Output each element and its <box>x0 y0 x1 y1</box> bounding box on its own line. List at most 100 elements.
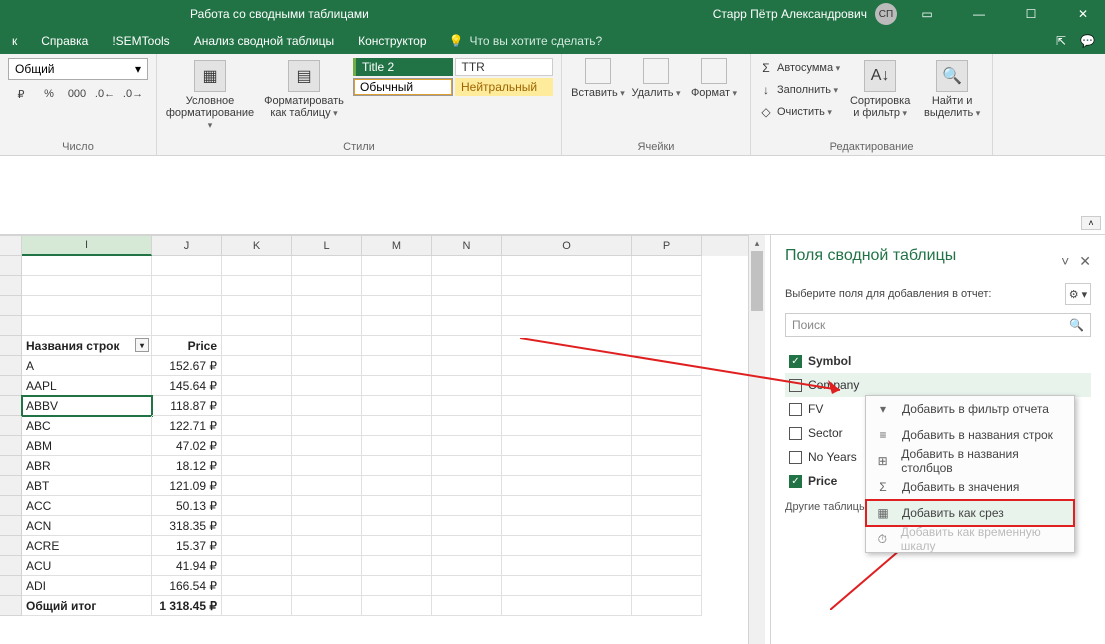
pivot-row-label[interactable]: ABR <box>22 456 152 476</box>
row-header[interactable] <box>0 456 22 476</box>
empty-cell[interactable] <box>432 456 502 476</box>
pivot-row-value[interactable]: 166.54 ₽ <box>152 576 222 596</box>
empty-cell[interactable] <box>362 436 432 456</box>
maximize-icon[interactable]: ☐ <box>1009 0 1053 28</box>
empty-cell[interactable] <box>632 456 702 476</box>
pivot-row-label[interactable]: ACU <box>22 556 152 576</box>
row-header[interactable] <box>0 256 22 276</box>
style-ttr[interactable]: TTR <box>455 58 554 76</box>
empty-cell[interactable] <box>432 336 502 356</box>
empty-cell[interactable] <box>222 456 292 476</box>
row-labels-header[interactable]: Названия строк▾ <box>22 336 152 356</box>
empty-cell[interactable] <box>432 436 502 456</box>
row-header[interactable] <box>0 376 22 396</box>
dec-decrease-button[interactable]: .0→ <box>120 83 146 105</box>
pivot-row-value[interactable]: 41.94 ₽ <box>152 556 222 576</box>
filter-dropdown-icon[interactable]: ▾ <box>135 338 149 352</box>
empty-cell[interactable] <box>632 516 702 536</box>
empty-cell[interactable] <box>362 556 432 576</box>
pivot-row-value[interactable]: 118.87 ₽ <box>152 396 222 416</box>
currency-button[interactable]: ₽ <box>8 83 34 105</box>
tell-me-box[interactable]: 💡 Что вы хотите сделать? <box>449 28 603 54</box>
pivot-row-label[interactable]: ABT <box>22 476 152 496</box>
empty-cell[interactable] <box>222 256 292 276</box>
grand-total-label[interactable]: Общий итог <box>22 596 152 616</box>
empty-cell[interactable] <box>632 376 702 396</box>
empty-cell[interactable] <box>502 516 632 536</box>
empty-cell[interactable] <box>502 476 632 496</box>
tab-help[interactable]: Справка <box>29 28 100 54</box>
price-header[interactable]: Price <box>152 336 222 356</box>
empty-cell[interactable] <box>502 536 632 556</box>
empty-cell[interactable] <box>632 556 702 576</box>
empty-cell[interactable] <box>502 456 632 476</box>
grid[interactable]: Названия строк▾PriceA152.67 ₽AAPL145.64 … <box>0 256 765 616</box>
pivot-row-label[interactable]: A <box>22 356 152 376</box>
tab-semtools[interactable]: !SEMTools <box>100 28 181 54</box>
empty-cell[interactable] <box>632 276 702 296</box>
pivot-row-label[interactable]: ADI <box>22 576 152 596</box>
empty-cell[interactable] <box>292 396 362 416</box>
empty-cell[interactable] <box>292 376 362 396</box>
pivot-row-value[interactable]: 50.13 ₽ <box>152 496 222 516</box>
empty-cell[interactable] <box>362 316 432 336</box>
empty-cell[interactable] <box>362 256 432 276</box>
dec-increase-button[interactable]: .0← <box>92 83 118 105</box>
empty-cell[interactable] <box>632 536 702 556</box>
scroll-thumb[interactable] <box>751 251 763 311</box>
empty-cell[interactable] <box>632 316 702 336</box>
pivot-row-label[interactable]: ABM <box>22 436 152 456</box>
style-title2[interactable]: Title 2 <box>353 58 453 76</box>
empty-cell[interactable] <box>632 576 702 596</box>
empty-cell[interactable] <box>632 496 702 516</box>
empty-cell[interactable] <box>632 476 702 496</box>
ctx-добавить-в-значения[interactable]: ΣДобавить в значения <box>866 474 1074 500</box>
empty-cell[interactable] <box>22 276 152 296</box>
select-all-corner[interactable] <box>0 236 22 256</box>
empty-cell[interactable] <box>502 296 632 316</box>
row-header[interactable] <box>0 336 22 356</box>
empty-cell[interactable] <box>22 316 152 336</box>
percent-button[interactable]: % <box>36 83 62 105</box>
empty-cell[interactable] <box>432 596 502 616</box>
empty-cell[interactable] <box>222 416 292 436</box>
empty-cell[interactable] <box>292 336 362 356</box>
empty-cell[interactable] <box>222 336 292 356</box>
empty-cell[interactable] <box>222 476 292 496</box>
empty-cell[interactable] <box>222 376 292 396</box>
empty-cell[interactable] <box>222 536 292 556</box>
row-header[interactable] <box>0 476 22 496</box>
empty-cell[interactable] <box>22 256 152 276</box>
insert-button[interactable]: Вставить <box>570 58 626 99</box>
empty-cell[interactable] <box>362 576 432 596</box>
pivot-row-value[interactable]: 122.71 ₽ <box>152 416 222 436</box>
field-checkbox[interactable] <box>789 451 802 464</box>
empty-cell[interactable] <box>222 316 292 336</box>
empty-cell[interactable] <box>292 476 362 496</box>
empty-cell[interactable] <box>432 536 502 556</box>
empty-cell[interactable] <box>22 296 152 316</box>
empty-cell[interactable] <box>362 356 432 376</box>
empty-cell[interactable] <box>432 576 502 596</box>
col-O[interactable]: O <box>502 236 632 256</box>
scroll-up-icon[interactable]: ▴ <box>749 235 765 251</box>
gear-icon[interactable]: ⚙ ▾ <box>1065 283 1091 305</box>
row-header[interactable] <box>0 576 22 596</box>
empty-cell[interactable] <box>362 376 432 396</box>
empty-cell[interactable] <box>632 396 702 416</box>
empty-cell[interactable] <box>502 276 632 296</box>
row-header[interactable] <box>0 276 22 296</box>
col-N[interactable]: N <box>432 236 502 256</box>
empty-cell[interactable] <box>222 516 292 536</box>
empty-cell[interactable] <box>632 416 702 436</box>
empty-cell[interactable] <box>362 336 432 356</box>
empty-cell[interactable] <box>222 496 292 516</box>
empty-cell[interactable] <box>432 356 502 376</box>
empty-cell[interactable] <box>432 416 502 436</box>
empty-cell[interactable] <box>432 556 502 576</box>
cell-styles-gallery[interactable]: Title 2 TTR Обычный Нейтральный <box>353 58 553 96</box>
col-J[interactable]: J <box>152 236 222 256</box>
empty-cell[interactable] <box>502 436 632 456</box>
empty-cell[interactable] <box>502 496 632 516</box>
empty-cell[interactable] <box>502 316 632 336</box>
